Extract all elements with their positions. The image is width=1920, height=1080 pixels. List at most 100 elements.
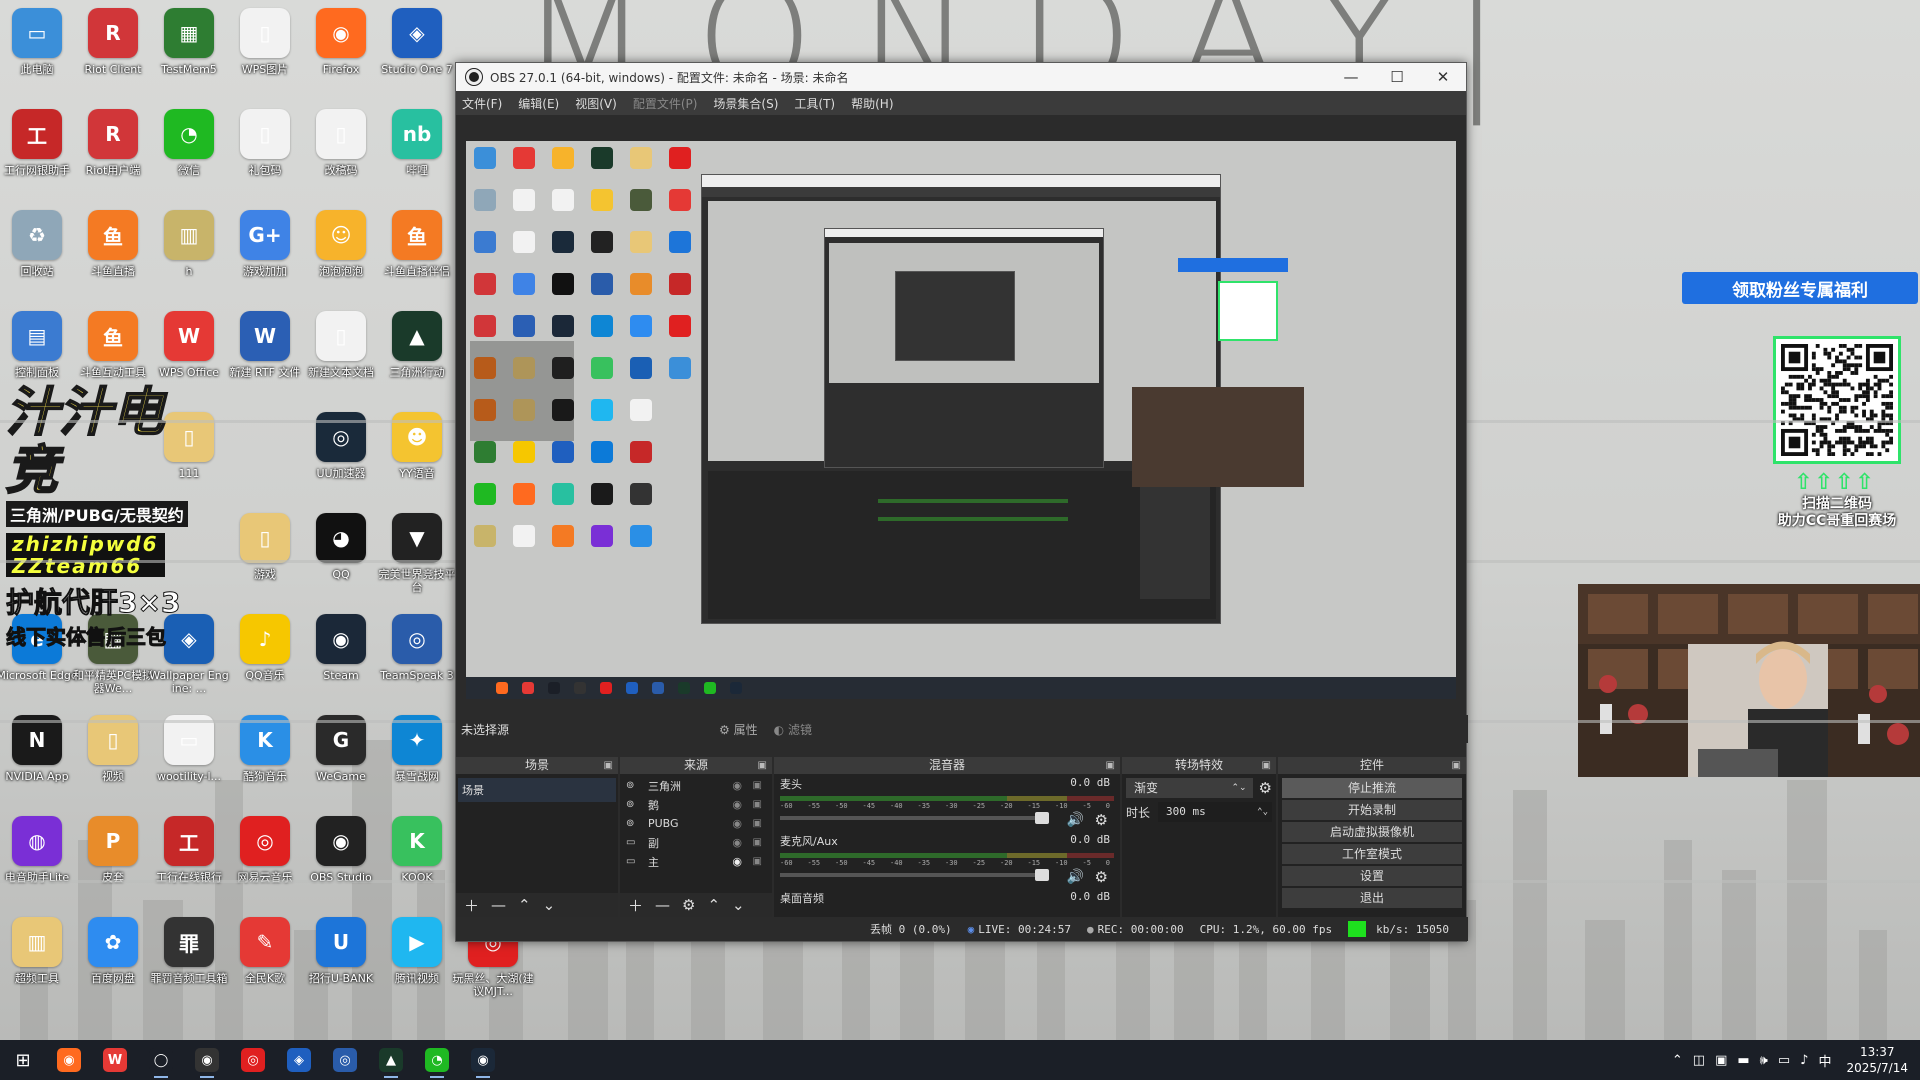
source-item[interactable]: ⊚ 鹅 ◉ ▣: [620, 795, 772, 814]
taskbar-app[interactable]: ◉: [460, 1040, 506, 1080]
move-down-icon[interactable]: ⌄: [543, 896, 556, 914]
desktop-icon[interactable]: ▼ 完美世界竞技平台: [376, 507, 458, 603]
fader-knob[interactable]: [1035, 812, 1049, 824]
desktop-icon[interactable]: ◉ OBS Studio: [300, 810, 382, 906]
desktop-icon[interactable]: 工工行在线银行: [148, 810, 230, 906]
desktop-icon[interactable]: ◕ QQ: [300, 507, 382, 603]
move-down-icon[interactable]: ⌄: [732, 896, 745, 914]
taskbar-app[interactable]: ▲: [368, 1040, 414, 1080]
gear-icon[interactable]: ⚙: [1259, 779, 1272, 797]
control-button[interactable]: 停止推流: [1282, 778, 1462, 798]
add-icon[interactable]: ＋: [464, 895, 479, 916]
clock[interactable]: 13:37 2025/7/14: [1846, 1044, 1908, 1076]
desktop-icon[interactable]: ▯ WPS图片: [224, 2, 306, 98]
taskbar-app[interactable]: ◉: [184, 1040, 230, 1080]
desktop-icon[interactable]: ▯ 游戏: [224, 507, 306, 603]
flag-icon[interactable]: ▬: [1737, 1053, 1749, 1068]
desktop-icon[interactable]: ▭ wootility-l...: [148, 709, 230, 805]
desktop-icon[interactable]: K 酷狗音乐: [224, 709, 306, 805]
menu-item[interactable]: 工具(T): [794, 95, 835, 112]
menu-item[interactable]: 帮助(H): [851, 95, 893, 112]
chevron-up-icon[interactable]: ⌃: [1672, 1053, 1683, 1068]
monitor-icon[interactable]: ▭: [1778, 1053, 1790, 1068]
control-button[interactable]: 开始录制: [1282, 800, 1462, 820]
move-up-icon[interactable]: ⌃: [707, 896, 720, 914]
volume-fader[interactable]: [780, 812, 1049, 824]
fader-knob[interactable]: [1035, 869, 1049, 881]
control-button[interactable]: 启动虚拟摄像机: [1282, 822, 1462, 842]
desktop-icon[interactable]: ✿ 百度网盘: [72, 911, 154, 1007]
gear-icon[interactable]: ⚙: [1095, 811, 1108, 829]
desktop-icon[interactable]: 罪罪罚音频工具箱: [148, 911, 230, 1007]
dock-pin-icon[interactable]: ▣: [1452, 757, 1461, 774]
obs-window[interactable]: OBS 27.0.1 (64-bit, windows) - 配置文件: 未命名…: [455, 62, 1468, 942]
scene-item[interactable]: 场景: [458, 778, 616, 802]
eye-hidden-icon[interactable]: ◉: [732, 817, 742, 830]
obs-preview[interactable]: [466, 141, 1456, 699]
desktop-icon[interactable]: ♻ 回收站: [0, 204, 78, 300]
taskbar-app[interactable]: ◯: [138, 1040, 184, 1080]
microphone-icon[interactable]: ♪: [1800, 1053, 1808, 1068]
desktop-icon[interactable]: ◎ TeamSpeak 3: [376, 608, 458, 704]
desktop-icon[interactable]: U 招行U-BANK: [300, 911, 382, 1007]
filters-button[interactable]: ◐ 滤镜: [774, 721, 812, 738]
dock-pin-icon[interactable]: ▣: [1262, 757, 1271, 774]
speaker-icon[interactable]: 🔊: [1067, 812, 1084, 828]
desktop-icon[interactable]: ▲ 三角洲行动: [376, 305, 458, 401]
taskbar-app[interactable]: ◉: [46, 1040, 92, 1080]
desktop-icon[interactable]: ▥ 超频工具: [0, 911, 78, 1007]
taskbar-app[interactable]: ◈: [276, 1040, 322, 1080]
desktop-icon[interactable]: W 新建 RTF 文件: [224, 305, 306, 401]
taskbar-app[interactable]: ◎: [322, 1040, 368, 1080]
desktop-icon[interactable]: ◈ Studio One 7: [376, 2, 458, 98]
taskbar-app[interactable]: ◔: [414, 1040, 460, 1080]
desktop-icon[interactable]: K KOOK: [376, 810, 458, 906]
properties-button[interactable]: ⚙ 属性: [719, 721, 758, 738]
minimize-button[interactable]: —: [1328, 63, 1374, 91]
move-up-icon[interactable]: ⌃: [518, 896, 531, 914]
menu-item[interactable]: 编辑(E): [518, 95, 559, 112]
desktop-icon[interactable]: R Riot用户端: [72, 103, 154, 199]
dock-pin-icon[interactable]: ▣: [758, 757, 767, 774]
dock-pin-icon[interactable]: ▣: [604, 757, 613, 774]
ime-indicator[interactable]: 中: [1818, 1051, 1831, 1070]
desktop-icon[interactable]: ▯ 礼包码: [224, 103, 306, 199]
desktop-icon[interactable]: 鱼斗鱼直播伴侣: [376, 204, 458, 300]
dock-pin-icon[interactable]: ▣: [1106, 757, 1115, 774]
source-item[interactable]: ⊚ 三角洲 ◉ ▣: [620, 776, 772, 795]
menu-item[interactable]: 文件(F): [462, 95, 502, 112]
control-button[interactable]: 退出: [1282, 888, 1462, 908]
source-item[interactable]: ▭ 副 ◉ ▣: [620, 833, 772, 852]
desktop-icon[interactable]: ✦ 暴雪战网: [376, 709, 458, 805]
remove-icon[interactable]: —: [655, 896, 670, 914]
desktop-icon[interactable]: N NVIDIA App: [0, 709, 78, 805]
eye-hidden-icon[interactable]: ◉: [732, 798, 742, 811]
desktop-icon[interactable]: ☺ 泡泡泡泡: [300, 204, 382, 300]
nvidia-tray-icon[interactable]: ▣: [1715, 1053, 1727, 1068]
close-button[interactable]: ✕: [1420, 63, 1466, 91]
eye-hidden-icon[interactable]: ◉: [732, 836, 742, 849]
desktop-icon[interactable]: ▦ TestMem5: [148, 2, 230, 98]
desktop-icon[interactable]: ◎ 网易云音乐: [224, 810, 306, 906]
desktop-icon[interactable]: P 皮套: [72, 810, 154, 906]
lock-icon[interactable]: ▣: [753, 837, 762, 848]
start-button[interactable]: ⊞: [0, 1040, 46, 1080]
obs-title-bar[interactable]: OBS 27.0.1 (64-bit, windows) - 配置文件: 未命名…: [456, 63, 1466, 91]
desktop-icon[interactable]: 鱼斗鱼直播: [72, 204, 154, 300]
control-button[interactable]: 工作室模式: [1282, 844, 1462, 864]
source-item[interactable]: ▭ 主 ◉ ▣: [620, 852, 772, 871]
lock-icon[interactable]: ▣: [753, 818, 762, 829]
desktop-icon[interactable]: G WeGame: [300, 709, 382, 805]
desktop-icon[interactable]: ◔ 微信: [148, 103, 230, 199]
transition-select[interactable]: 渐变 ⌃⌄: [1126, 778, 1253, 798]
desktop-icon[interactable]: ◉ Firefox: [300, 2, 382, 98]
control-button[interactable]: 设置: [1282, 866, 1462, 886]
desktop-icon[interactable]: ◉ Steam: [300, 608, 382, 704]
eye-icon[interactable]: ◉: [732, 855, 742, 868]
taskbar-app[interactable]: W: [92, 1040, 138, 1080]
desktop-icon[interactable]: ▯ 改稿码: [300, 103, 382, 199]
eye-hidden-icon[interactable]: ◉: [732, 779, 742, 792]
gear-icon[interactable]: ⚙: [682, 896, 695, 914]
desktop-icon[interactable]: nb 哔哩: [376, 103, 458, 199]
lock-icon[interactable]: ▣: [753, 780, 762, 791]
